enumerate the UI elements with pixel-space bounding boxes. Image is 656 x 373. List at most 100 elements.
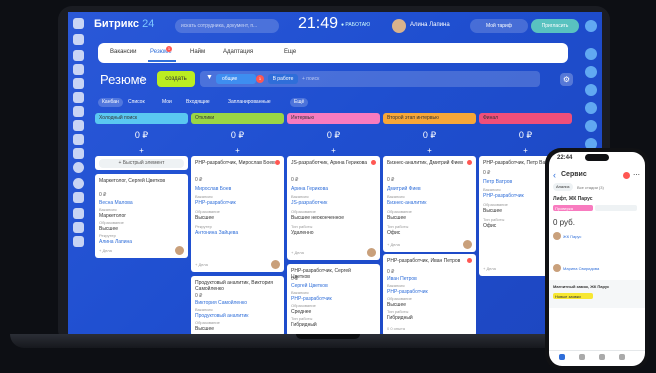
arrow-up-icon[interactable]: [73, 222, 84, 233]
filter-bar[interactable]: ▼ общие 1 В работе + поиск: [200, 71, 540, 87]
phone-manager[interactable]: Марина Свиридова: [563, 266, 599, 271]
filter-planned[interactable]: Запланированные: [224, 98, 275, 107]
feed-icon[interactable]: [73, 50, 84, 61]
card-contact[interactable]: Мирослав Боев: [195, 186, 231, 192]
notifications-icon[interactable]: [585, 48, 597, 60]
copilot-icon[interactable]: [585, 102, 597, 114]
card-add-activity[interactable]: + Дела: [291, 250, 304, 255]
favorite-star-icon[interactable]: ☆: [138, 74, 146, 85]
user-name[interactable]: Алина Лапина: [410, 22, 450, 28]
card-title[interactable]: Бизнес-аналитик, Дмитрий Фиев: [387, 160, 467, 166]
deal-card[interactable]: Маркетолог, Сергей Цветков 0 ₽ Весна Мал…: [95, 174, 188, 258]
deal-card[interactable]: PHP-разработчик, Мирослав Боев 0 ₽ Мирос…: [191, 156, 284, 272]
card-title[interactable]: Продуктовый аналитик, Виктория Самойленк…: [195, 280, 275, 292]
add-icon[interactable]: +: [95, 146, 188, 155]
tariff-button[interactable]: Мой тариф: [470, 19, 528, 33]
tabbar-more-icon[interactable]: [619, 354, 625, 360]
phone-deal-title[interactable]: Лифт, ЖК Парус: [553, 196, 593, 202]
search-right-icon[interactable]: [585, 120, 597, 132]
filter-chip-in-work[interactable]: В работе: [268, 74, 298, 84]
logo[interactable]: Битрикс 24: [94, 18, 154, 30]
column-header[interactable]: Интервью: [287, 113, 380, 124]
card-contact[interactable]: Арина Герикова: [291, 186, 328, 192]
card-contact[interactable]: Виктория Самойленко: [195, 300, 247, 306]
card-title[interactable]: PHP-разработчик, Иван Петров: [387, 258, 467, 264]
filter-incoming[interactable]: Входящие: [182, 98, 214, 107]
menu-icon[interactable]: [73, 18, 84, 29]
crm-icon[interactable]: [73, 120, 84, 131]
card-add-activity[interactable]: + Дела: [195, 262, 208, 267]
filter-search-input[interactable]: + поиск: [302, 76, 319, 82]
invite-button[interactable]: Пригласить: [531, 19, 579, 33]
mail-icon[interactable]: [73, 106, 84, 117]
add-icon[interactable]: +: [287, 146, 380, 155]
help-circle-icon[interactable]: [585, 20, 597, 32]
deal-card[interactable]: PHP-разработчик, Сергей Цветков 0 ₽ Серг…: [287, 264, 380, 334]
recruiting-icon[interactable]: [73, 178, 84, 189]
phone-add-icon[interactable]: [623, 172, 630, 179]
card-title[interactable]: PHP-разработчик, Мирослав Боев: [195, 160, 275, 166]
deal-card[interactable]: Бизнес-аналитик, Дмитрий Фиев 0 ₽ Дмитри…: [383, 156, 476, 252]
add-icon[interactable]: +: [383, 146, 476, 155]
apps-icon[interactable]: [73, 192, 84, 203]
card-contact[interactable]: Петр Ватров: [483, 179, 512, 185]
messenger-icon[interactable]: [585, 66, 597, 78]
column-header[interactable]: Второй этап интервью: [383, 113, 476, 124]
video-icon[interactable]: [73, 92, 84, 103]
card-value: 0 ₽: [291, 276, 299, 282]
card-contact[interactable]: Сергей Цветков: [291, 283, 328, 289]
add-icon[interactable]: +: [191, 146, 284, 155]
phone-deal2-title[interactable]: Магнитный замок, ЖК Парус: [553, 284, 609, 289]
card-add-activity[interactable]: + Дела: [483, 266, 496, 271]
card-avatar: [367, 248, 376, 257]
deal-card[interactable]: JS-разработчик, Арина Герикова 0 ₽ Арина…: [287, 156, 380, 260]
card-title[interactable]: JS-разработчик, Арина Герикова: [291, 160, 371, 166]
docs-icon[interactable]: [73, 134, 84, 145]
settings-icon[interactable]: [73, 236, 84, 247]
tab-vacancies[interactable]: Вакансии: [110, 49, 136, 55]
column-header[interactable]: Холодный поиск: [95, 113, 188, 124]
tasks-icon[interactable]: [73, 64, 84, 75]
filter-chip[interactable]: общие 1: [216, 74, 264, 84]
card-title[interactable]: Маркетолог, Сергей Цветков: [99, 178, 179, 184]
card-title[interactable]: PHP-разработчик, Сергей Цветков: [291, 268, 371, 280]
view-list[interactable]: Список: [124, 98, 149, 107]
tabbar-home-icon[interactable]: [559, 354, 565, 360]
deal-card[interactable]: PHP-разработчик, Иван Петров 0 ₽ Иван Пе…: [383, 254, 476, 334]
chat-icon[interactable]: [73, 34, 84, 45]
column-header[interactable]: Отклики: [191, 113, 284, 124]
gear-icon[interactable]: ⚙: [560, 73, 573, 86]
tab-hiring[interactable]: Найм: [190, 49, 205, 55]
call-icon[interactable]: [585, 84, 597, 96]
tab-more[interactable]: Еще: [284, 49, 296, 55]
card-contact[interactable]: Весна Малова: [99, 200, 133, 206]
phone-company[interactable]: ЖК Парус: [563, 234, 581, 239]
tabbar-tasks-icon[interactable]: [599, 354, 605, 360]
phone-tab-stages[interactable]: Все стадии (3): [577, 185, 604, 190]
back-chevron-icon[interactable]: ‹: [553, 170, 556, 180]
calendar-icon[interactable]: [73, 78, 84, 89]
card-add-activity[interactable]: + Дела: [387, 242, 400, 247]
phone-more-icon[interactable]: ⋯: [633, 171, 640, 179]
create-button[interactable]: создать: [157, 71, 195, 87]
user-avatar[interactable]: [392, 19, 406, 33]
deal-card[interactable]: Продуктовый аналитик, Виктория Самойленк…: [191, 276, 284, 334]
sales-icon[interactable]: [73, 162, 84, 173]
tab-adaptation[interactable]: Адаптация: [223, 49, 253, 55]
filter-mine[interactable]: Мои: [158, 98, 176, 107]
view-kanban[interactable]: Канбан: [98, 98, 123, 107]
column-header[interactable]: Финал: [479, 113, 572, 124]
work-status[interactable]: ● РАБОТАЮ: [341, 22, 370, 28]
quick-add-button[interactable]: + Быстрый элемент: [99, 159, 184, 168]
help-icon[interactable]: [73, 208, 84, 219]
card-add-activity[interactable]: + Дела: [99, 248, 112, 253]
card-field-value[interactable]: Антонина Зайцева: [195, 230, 238, 236]
shop-icon[interactable]: [73, 148, 84, 159]
phone-tab-analysis[interactable]: Анализ: [553, 183, 573, 191]
global-search-input[interactable]: искать сотрудника, документ, п...: [175, 19, 279, 33]
tabbar-chat-icon[interactable]: [579, 354, 585, 360]
card-contact[interactable]: Дмитрий Фиев: [387, 186, 421, 192]
card-contact[interactable]: Иван Петров: [387, 276, 417, 282]
filter-more[interactable]: Ещё: [290, 98, 309, 107]
card-field-value[interactable]: Алина Лапина: [99, 239, 132, 245]
